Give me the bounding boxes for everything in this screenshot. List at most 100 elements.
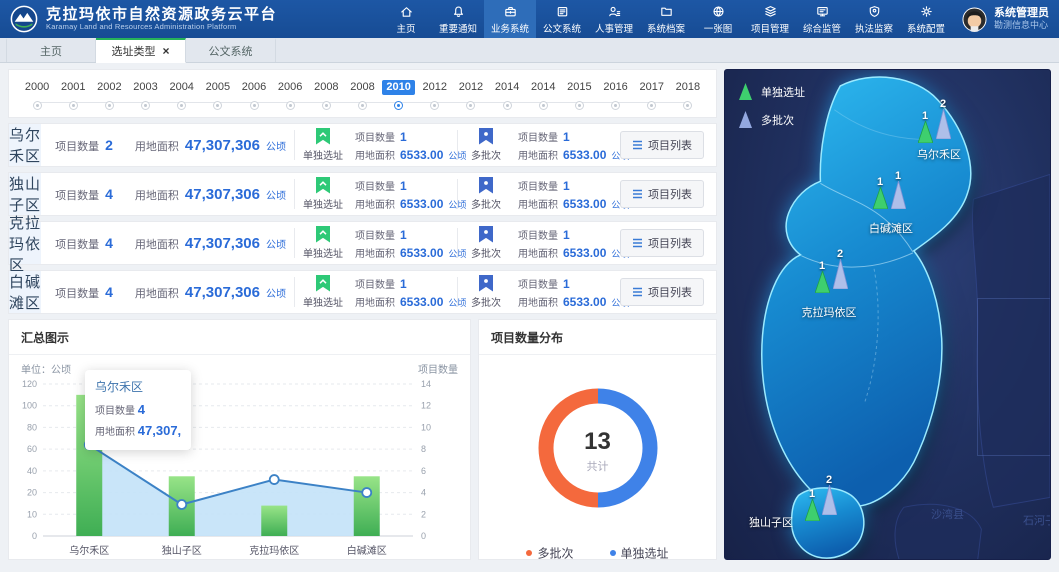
map-district-label: 克拉玛依区: [797, 304, 861, 320]
left-column: 2000200120022003200420052006200620082008…: [8, 69, 717, 560]
nav-item-projects[interactable]: 项目管理: [744, 0, 796, 38]
tab-home[interactable]: 主页: [6, 38, 96, 62]
project-list-button[interactable]: 项目列表: [620, 229, 704, 257]
timeline-dot-2014[interactable]: [489, 97, 525, 115]
nav-item-hr[interactable]: 人事管理: [588, 0, 640, 38]
map-marker-single[interactable]: 1: [871, 176, 889, 214]
timeline-year-2006[interactable]: 2006: [236, 77, 272, 95]
timeline-dot-2000[interactable]: [19, 97, 55, 115]
timeline-dot-2014[interactable]: [525, 97, 561, 115]
timeline-dot-2001[interactable]: [55, 97, 91, 115]
map-marker-multi[interactable]: 2: [820, 474, 838, 520]
timeline-year-2012[interactable]: 2012: [453, 77, 489, 95]
timeline-dot-2008[interactable]: [308, 97, 344, 115]
map-marker-multi[interactable]: 2: [934, 98, 952, 144]
district-name: 独山子区: [9, 173, 41, 215]
nav-item-archives[interactable]: 系统档案: [640, 0, 692, 38]
multi-batch-stats: 项目数量 1 用地面积 6533.00 公顷: [514, 178, 620, 211]
multi-batch-badge: 多批次: [458, 177, 514, 211]
timeline-year-2016[interactable]: 2016: [598, 77, 634, 95]
tab-official-documents[interactable]: 公文系统: [186, 38, 276, 62]
map-marker-single[interactable]: 1: [916, 110, 934, 148]
close-icon[interactable]: ×: [162, 45, 169, 57]
map-marker-single[interactable]: 1: [803, 488, 821, 526]
map-marker-single[interactable]: 1: [813, 260, 831, 298]
map-legend: 单独选址 多批次: [739, 83, 805, 139]
timeline-year-2014[interactable]: 2014: [489, 77, 525, 95]
land-area-label: 用地面积: [135, 187, 179, 203]
project-list-button[interactable]: 项目列表: [620, 278, 704, 306]
mini-count-label: 项目数量: [518, 227, 558, 242]
project-list-button[interactable]: 项目列表: [620, 180, 704, 208]
nav-item-notices[interactable]: 重要通知: [432, 0, 484, 38]
app-logo-icon: [10, 5, 38, 33]
timeline-dot-2002[interactable]: [91, 97, 127, 115]
green-cone-icon: [815, 271, 830, 293]
timeline-year-2008[interactable]: 2008: [308, 77, 344, 95]
map-legend-label: 多批次: [761, 112, 794, 128]
nav-item-supervision[interactable]: 综合监管: [796, 0, 848, 38]
nav-item-home[interactable]: 主页: [380, 0, 432, 38]
nav-item-onemap[interactable]: 一张图: [692, 0, 744, 38]
nav-item-settings[interactable]: 系统配置: [900, 0, 952, 38]
timeline-year-2010[interactable]: 2010: [381, 77, 417, 95]
mini-count-label: 项目数量: [518, 129, 558, 144]
timeline-year-2005[interactable]: 2005: [200, 77, 236, 95]
svg-text:独山子区: 独山子区: [162, 544, 202, 557]
timeline-year-2015[interactable]: 2015: [561, 77, 597, 95]
svg-text:40: 40: [27, 466, 37, 476]
timeline-dot-2016[interactable]: [598, 97, 634, 115]
timeline-year-2012[interactable]: 2012: [417, 77, 453, 95]
neighbor-label: 沙湾县: [931, 506, 964, 522]
timeline-dot-2005[interactable]: [200, 97, 236, 115]
map-marker-multi[interactable]: 1: [889, 170, 907, 214]
project-list-button[interactable]: 项目列表: [620, 131, 704, 159]
single-site-stats: 项目数量 1 用地面积 6533.00 公顷: [351, 178, 457, 211]
timeline-year-2017[interactable]: 2017: [634, 77, 670, 95]
timeline-dot-2012[interactable]: [453, 97, 489, 115]
nav-item-documents[interactable]: 公文系统: [536, 0, 588, 38]
project-list-label: 项目列表: [648, 235, 692, 251]
district-name: 克拉玛依区: [9, 222, 41, 264]
timeline-dot-2006[interactable]: [272, 97, 308, 115]
mini-area-value: 6533.00: [400, 197, 443, 211]
timeline-year-2018[interactable]: 2018: [670, 77, 706, 95]
timeline-dot-2003[interactable]: [127, 97, 163, 115]
timeline-dot-2008[interactable]: [344, 97, 380, 115]
timeline-dot-2004[interactable]: [164, 97, 200, 115]
timeline-year-2004[interactable]: 2004: [164, 77, 200, 95]
land-area-stat: 用地面积 47,307,306 公顷: [121, 235, 294, 252]
mini-area-value: 6533.00: [563, 197, 606, 211]
blue-cone-icon: [936, 109, 951, 139]
timeline-dot-2010[interactable]: [381, 97, 417, 115]
donut-chart-wrap: 13 共计: [523, 373, 673, 528]
svg-text:0: 0: [421, 531, 426, 541]
timeline-dot-2006[interactable]: [236, 97, 272, 115]
nav-label: 执法监察: [855, 20, 893, 34]
tooltip-label: 用地面积: [95, 427, 135, 438]
single-site-stats: 项目数量 1 用地面积 6533.00 公顷: [351, 276, 457, 309]
tab-site-selection-type[interactable]: 选址类型 ×: [96, 38, 186, 63]
mini-area-label: 用地面积: [518, 147, 558, 162]
timeline-year-2006[interactable]: 2006: [272, 77, 308, 95]
single-site-badge: 单独选址: [295, 128, 351, 162]
map-marker-multi[interactable]: 2: [831, 248, 849, 294]
timeline-dot-2015[interactable]: [561, 97, 597, 115]
timeline-year-2002[interactable]: 2002: [91, 77, 127, 95]
timeline-dot-2017[interactable]: [634, 97, 670, 115]
gear-icon: [919, 4, 934, 19]
timeline-dot-2018[interactable]: [670, 97, 706, 115]
timeline-year-2008[interactable]: 2008: [344, 77, 380, 95]
user-menu[interactable]: 系统管理员 勘测信息中心: [962, 7, 1049, 32]
nav-item-business[interactable]: 业务系统: [484, 0, 536, 38]
bottom-panels: 汇总图示 单位：公顷 项目数量 001022044066088010100121…: [8, 319, 717, 560]
mini-count-value: 1: [563, 130, 570, 144]
timeline-year-2000[interactable]: 2000: [19, 77, 55, 95]
nav-item-enforcement[interactable]: 执法监察: [848, 0, 900, 38]
district-row: 白碱滩区 项目数量 4 用地面积 47,307,306 公顷 单独选址: [8, 270, 717, 314]
timeline-year-2014[interactable]: 2014: [525, 77, 561, 95]
timeline-dot-2012[interactable]: [417, 97, 453, 115]
multi-batch-stats: 项目数量 1 用地面积 6533.00 公顷: [514, 276, 620, 309]
timeline-year-2003[interactable]: 2003: [127, 77, 163, 95]
timeline-year-2001[interactable]: 2001: [55, 77, 91, 95]
